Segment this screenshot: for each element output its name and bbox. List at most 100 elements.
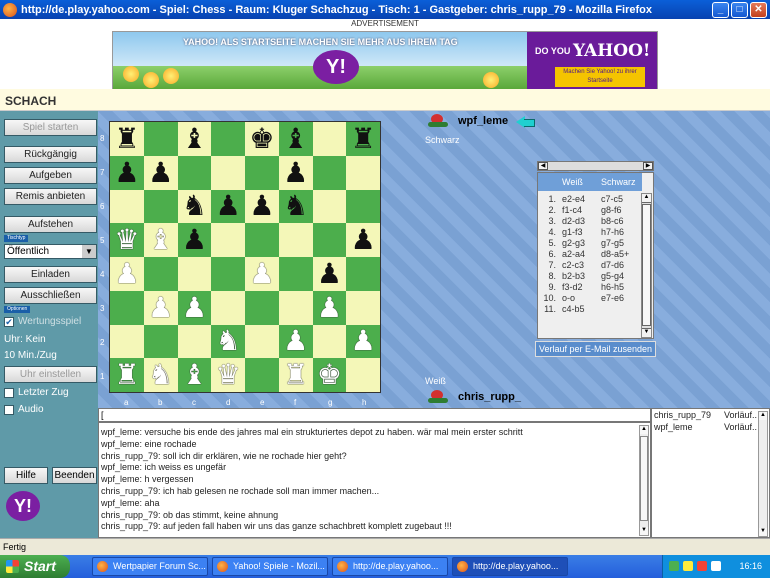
taskbar-item[interactable]: http://de.play.yahoo... bbox=[332, 557, 448, 576]
white-rook-icon[interactable]: ♜ bbox=[283, 361, 308, 389]
square-d3[interactable] bbox=[211, 290, 245, 325]
square-f6[interactable]: ♞ bbox=[278, 189, 313, 224]
black-pawn-icon[interactable]: ♟ bbox=[216, 192, 241, 220]
square-e5[interactable] bbox=[245, 223, 279, 257]
black-pawn-icon[interactable]: ♟ bbox=[283, 158, 308, 187]
tray-icon[interactable] bbox=[697, 561, 707, 571]
scroll-down-icon[interactable]: ▼ bbox=[642, 328, 651, 337]
move-row[interactable]: 2. f1-c4 g8-f6 bbox=[538, 205, 642, 216]
square-e3[interactable] bbox=[245, 290, 279, 325]
chevron-down-icon[interactable]: ▼ bbox=[82, 245, 96, 258]
white-pawn-icon[interactable]: ♟ bbox=[114, 259, 139, 288]
square-h7[interactable] bbox=[346, 155, 380, 190]
square-b4[interactable] bbox=[143, 257, 178, 291]
maximize-button[interactable]: □ bbox=[731, 1, 748, 18]
chat-scrollbar[interactable]: ▲ ▼ bbox=[639, 425, 649, 536]
move-row[interactable]: 6. a2-a4 d8-a5+ bbox=[538, 249, 642, 260]
square-c8[interactable]: ♝ bbox=[177, 122, 212, 156]
start-game-button[interactable]: Spiel starten bbox=[4, 119, 97, 136]
rated-game-checkbox[interactable]: ✔ Wertungsspiel bbox=[4, 316, 81, 327]
scroll-right-icon[interactable]: ▶ bbox=[643, 162, 653, 170]
square-e6[interactable]: ♟ bbox=[245, 189, 279, 224]
square-a7[interactable]: ♟ bbox=[110, 155, 144, 190]
top-player-name[interactable]: wpf_leme bbox=[458, 115, 508, 127]
square-a1[interactable]: ♜ bbox=[110, 358, 144, 392]
square-d7[interactable] bbox=[211, 155, 245, 190]
square-a3[interactable] bbox=[110, 290, 144, 325]
black-knight-icon[interactable]: ♞ bbox=[283, 192, 308, 220]
black-pawn-icon[interactable]: ♟ bbox=[317, 259, 342, 288]
speaker-icon[interactable] bbox=[711, 561, 721, 571]
square-a2[interactable] bbox=[110, 324, 144, 359]
move-list-hscrollbar[interactable]: ◀ ▶ bbox=[537, 161, 654, 171]
email-history-button[interactable]: Verlauf per E-Mail zusenden bbox=[535, 341, 656, 357]
square-a8[interactable]: ♜ bbox=[110, 122, 144, 156]
square-h1[interactable] bbox=[346, 358, 380, 392]
square-a4[interactable]: ♟ bbox=[110, 257, 144, 291]
exit-button[interactable]: Beenden bbox=[52, 467, 97, 484]
square-g2[interactable] bbox=[312, 324, 347, 359]
start-button[interactable]: Start bbox=[0, 555, 70, 578]
square-f3[interactable] bbox=[278, 290, 313, 325]
square-d4[interactable] bbox=[211, 257, 245, 291]
audio-checkbox[interactable]: Audio bbox=[4, 404, 44, 415]
square-h6[interactable] bbox=[346, 189, 380, 224]
stand-up-button[interactable]: Aufstehen bbox=[4, 216, 97, 233]
black-pawn-icon[interactable]: ♟ bbox=[182, 226, 207, 254]
square-d8[interactable] bbox=[211, 122, 245, 156]
square-e7[interactable] bbox=[245, 155, 279, 190]
move-row[interactable]: 4. g1-f3 h7-h6 bbox=[538, 227, 642, 238]
ad-cta-button[interactable]: Machen Sie Yahoo! zu ihrer Startseite bbox=[555, 67, 645, 87]
tray-icon[interactable] bbox=[669, 561, 679, 571]
square-h3[interactable] bbox=[346, 290, 380, 325]
square-d2[interactable]: ♞ bbox=[211, 324, 245, 359]
square-b1[interactable]: ♞ bbox=[143, 358, 178, 392]
square-g4[interactable]: ♟ bbox=[312, 257, 347, 291]
scroll-thumb[interactable] bbox=[640, 436, 648, 521]
exclude-button[interactable]: Ausschließen bbox=[4, 287, 97, 304]
square-g5[interactable] bbox=[312, 223, 347, 257]
black-bishop-icon[interactable]: ♝ bbox=[182, 124, 207, 153]
last-move-checkbox[interactable]: Letzter Zug bbox=[4, 387, 69, 398]
white-bishop-icon[interactable]: ♝ bbox=[148, 226, 173, 254]
white-knight-icon[interactable]: ♞ bbox=[216, 327, 241, 355]
move-row[interactable]: 9. f3-d2 h6-h5 bbox=[538, 282, 642, 293]
close-button[interactable]: ✕ bbox=[750, 1, 767, 18]
black-bishop-icon[interactable]: ♝ bbox=[283, 124, 308, 153]
square-c6[interactable]: ♞ bbox=[177, 189, 212, 224]
square-b3[interactable]: ♟ bbox=[143, 290, 178, 325]
chess-board[interactable]: ♜ ♝ ♚ ♝ ♜ ♟ ♟ ♟ ♞ ♟ ♟ ♞ ♛ ♝ ♟ ♟ ♟ ♟ ♟ ♟ ♟ ♟ ♞ ♟ ♟ ♜ ♞ ♝ ♛ ♜ ♚ bbox=[109, 121, 381, 393]
square-b8[interactable] bbox=[143, 122, 178, 156]
white-rook-icon[interactable]: ♜ bbox=[114, 361, 139, 389]
white-pawn-icon[interactable]: ♟ bbox=[249, 259, 274, 288]
move-row[interactable]: 5. g2-g3 g7-g5 bbox=[538, 238, 642, 249]
table-type-select[interactable]: Öffentlich ▼ bbox=[4, 244, 97, 259]
move-row[interactable]: 1. e2-e4 c7-c5 bbox=[538, 194, 642, 205]
square-g3[interactable]: ♟ bbox=[312, 290, 347, 325]
move-row[interactable]: 11. c4-b5 bbox=[538, 304, 642, 315]
square-h8[interactable]: ♜ bbox=[346, 122, 380, 156]
scroll-down-icon[interactable]: ▼ bbox=[640, 527, 648, 535]
square-f1[interactable]: ♜ bbox=[278, 358, 313, 392]
ad-banner[interactable]: YAHOO! ALS STARTSEITE MACHEN SIE MEHR AU… bbox=[112, 31, 658, 90]
move-row[interactable]: 3. d2-d3 b8-c6 bbox=[538, 216, 642, 227]
white-knight-icon[interactable]: ♞ bbox=[148, 361, 173, 389]
white-king-icon[interactable]: ♚ bbox=[317, 361, 342, 389]
square-b5[interactable]: ♝ bbox=[143, 223, 178, 257]
square-b6[interactable] bbox=[143, 189, 178, 224]
white-queen-icon[interactable]: ♛ bbox=[216, 361, 241, 389]
invite-button[interactable]: Einladen bbox=[4, 266, 97, 283]
square-c3[interactable]: ♟ bbox=[177, 290, 212, 325]
square-e1[interactable] bbox=[245, 358, 279, 392]
square-b7[interactable]: ♟ bbox=[143, 155, 178, 190]
square-c5[interactable]: ♟ bbox=[177, 223, 212, 257]
offer-draw-button[interactable]: Remis anbieten bbox=[4, 188, 97, 205]
square-g1[interactable]: ♚ bbox=[312, 358, 347, 392]
square-h4[interactable] bbox=[346, 257, 380, 291]
scroll-thumb[interactable] bbox=[642, 204, 651, 326]
scroll-up-icon[interactable]: ▲ bbox=[759, 412, 767, 420]
user-list-scrollbar[interactable]: ▲ ▼ bbox=[758, 411, 768, 537]
square-e8[interactable]: ♚ bbox=[245, 122, 279, 156]
help-button[interactable]: Hilfe bbox=[4, 467, 48, 484]
square-c2[interactable] bbox=[177, 324, 212, 359]
